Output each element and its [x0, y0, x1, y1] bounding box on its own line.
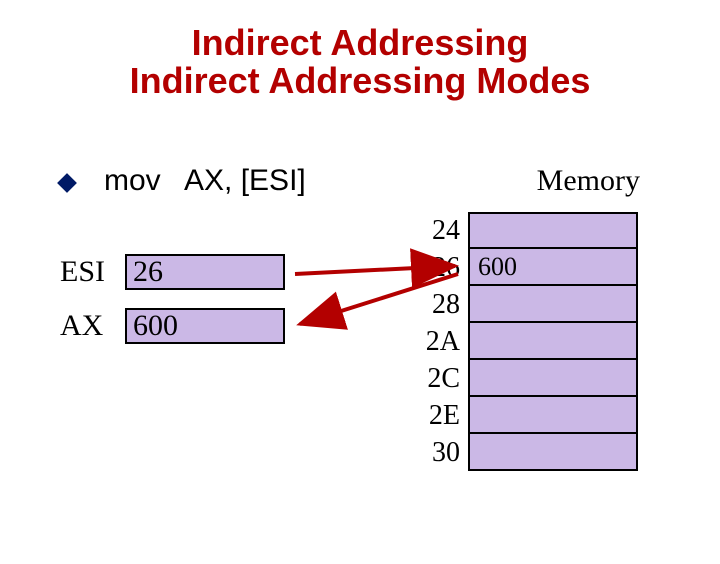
memory-addr: 30	[410, 434, 468, 471]
register-row-esi: ESI 26	[60, 254, 285, 290]
instruction-text: mov AX, [ESI]	[104, 164, 306, 198]
memory-row: 24	[410, 212, 638, 249]
memory-addr: 28	[410, 286, 468, 323]
reg-label-ax: AX	[60, 309, 115, 343]
memory-cell	[468, 434, 638, 471]
memory-cell: 600	[468, 249, 638, 286]
memory-addr: 24	[410, 212, 468, 249]
memory-row: 28	[410, 286, 638, 323]
memory-cell	[468, 323, 638, 360]
registers-area: ESI 26 AX 600	[60, 254, 285, 362]
title-line-1: Indirect Addressing	[0, 24, 720, 62]
memory-row: 26 600	[410, 249, 638, 286]
register-row-ax: AX 600	[60, 308, 285, 344]
memory-cell	[468, 212, 638, 249]
memory-heading: Memory	[537, 164, 640, 198]
memory-row: 2A	[410, 323, 638, 360]
bullet-diamond-icon	[57, 173, 77, 193]
memory-addr: 2C	[410, 360, 468, 397]
memory-row: 2E	[410, 397, 638, 434]
memory-addr: 2E	[410, 397, 468, 434]
memory-row: 2C	[410, 360, 638, 397]
bullet-row: mov AX, [ESI]	[60, 164, 306, 198]
memory-cell	[468, 286, 638, 323]
memory-table: 24 26 600 28 2A 2C 2E 30	[410, 212, 638, 471]
reg-value-esi: 26	[125, 254, 285, 290]
reg-label-esi: ESI	[60, 255, 115, 289]
slide-title: Indirect Addressing Indirect Addressing …	[0, 24, 720, 100]
memory-row: 30	[410, 434, 638, 471]
memory-cell	[468, 360, 638, 397]
memory-addr: 26	[410, 249, 468, 286]
reg-value-ax: 600	[125, 308, 285, 344]
memory-addr: 2A	[410, 323, 468, 360]
title-line-2: Indirect Addressing Modes	[0, 62, 720, 100]
memory-cell	[468, 397, 638, 434]
